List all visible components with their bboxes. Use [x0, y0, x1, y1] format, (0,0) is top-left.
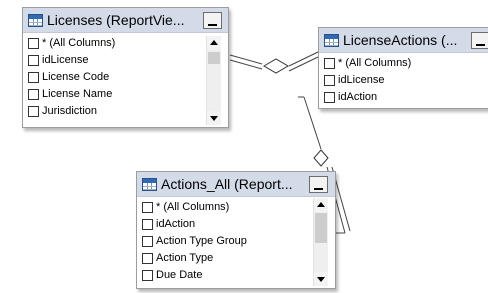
column-checkbox[interactable]: [28, 72, 39, 83]
scroll-thumb[interactable]: [315, 213, 327, 243]
column-checkbox[interactable]: [142, 202, 153, 213]
column-label: idLicense: [42, 54, 89, 66]
column-label: Action Type: [156, 252, 214, 264]
column-checkbox[interactable]: [142, 236, 153, 247]
scroll-thumb[interactable]: [208, 52, 220, 64]
minimize-icon[interactable]: [203, 12, 222, 29]
relationship-diamond-icon: [263, 58, 289, 74]
column-label: License Code: [42, 71, 110, 83]
table-title: Licenses (ReportVie...: [47, 12, 185, 28]
column-checkbox[interactable]: [142, 253, 153, 264]
table-window-licenseactions[interactable]: LicenseActions (... * (All Columns) idLi…: [318, 27, 488, 109]
column-checkbox[interactable]: [28, 38, 39, 49]
column-label: Jurisdiction: [42, 105, 98, 117]
column-checkbox[interactable]: [28, 55, 39, 66]
column-label: idAction: [156, 218, 196, 230]
column-checkbox[interactable]: [142, 270, 153, 281]
column-label: * (All Columns): [338, 57, 412, 69]
scroll-down-icon[interactable]: [207, 111, 221, 125]
vertical-scrollbar[interactable]: [313, 198, 328, 286]
table-window-actions-all[interactable]: Actions_All (Report... * (All Columns) i…: [136, 171, 336, 289]
table-icon: [142, 178, 157, 191]
column-label: License Name: [42, 88, 113, 100]
table-icon: [324, 34, 339, 47]
column-checkbox[interactable]: [28, 89, 39, 100]
column-label: Due Date: [156, 269, 203, 281]
table-window-licenses[interactable]: Licenses (ReportVie... * (All Columns) i…: [22, 7, 229, 128]
table-icon: [28, 14, 43, 27]
scroll-up-icon[interactable]: [314, 198, 328, 212]
table-title: Actions_All (Report...: [161, 176, 293, 192]
diagram-canvas: Licenses (ReportVie... * (All Columns) i…: [0, 0, 488, 293]
table-title-bar[interactable]: LicenseActions (...: [319, 28, 488, 53]
table-title-bar[interactable]: Licenses (ReportVie...: [23, 8, 228, 33]
table-title-bar[interactable]: Actions_All (Report...: [137, 172, 335, 197]
vertical-scrollbar[interactable]: [206, 36, 221, 125]
column-checkbox[interactable]: [142, 219, 153, 230]
column-label: idLicense: [338, 74, 385, 86]
table-title: LicenseActions (...: [343, 32, 458, 48]
scroll-up-icon[interactable]: [207, 36, 221, 50]
column-label: idAction: [338, 91, 378, 103]
relationship-licenses-licenseactions[interactable]: [229, 51, 319, 74]
relationship-diamond-icon: [313, 149, 329, 167]
column-label: Action Type Group: [156, 235, 247, 247]
minimize-icon[interactable]: [309, 176, 328, 193]
column-label: * (All Columns): [156, 201, 230, 213]
minimize-icon[interactable]: [471, 32, 488, 49]
column-checkbox[interactable]: [324, 58, 335, 69]
scroll-down-icon[interactable]: [314, 272, 328, 286]
column-label: * (All Columns): [42, 37, 116, 49]
column-checkbox[interactable]: [28, 106, 39, 117]
column-checkbox[interactable]: [324, 75, 335, 86]
column-checkbox[interactable]: [324, 92, 335, 103]
